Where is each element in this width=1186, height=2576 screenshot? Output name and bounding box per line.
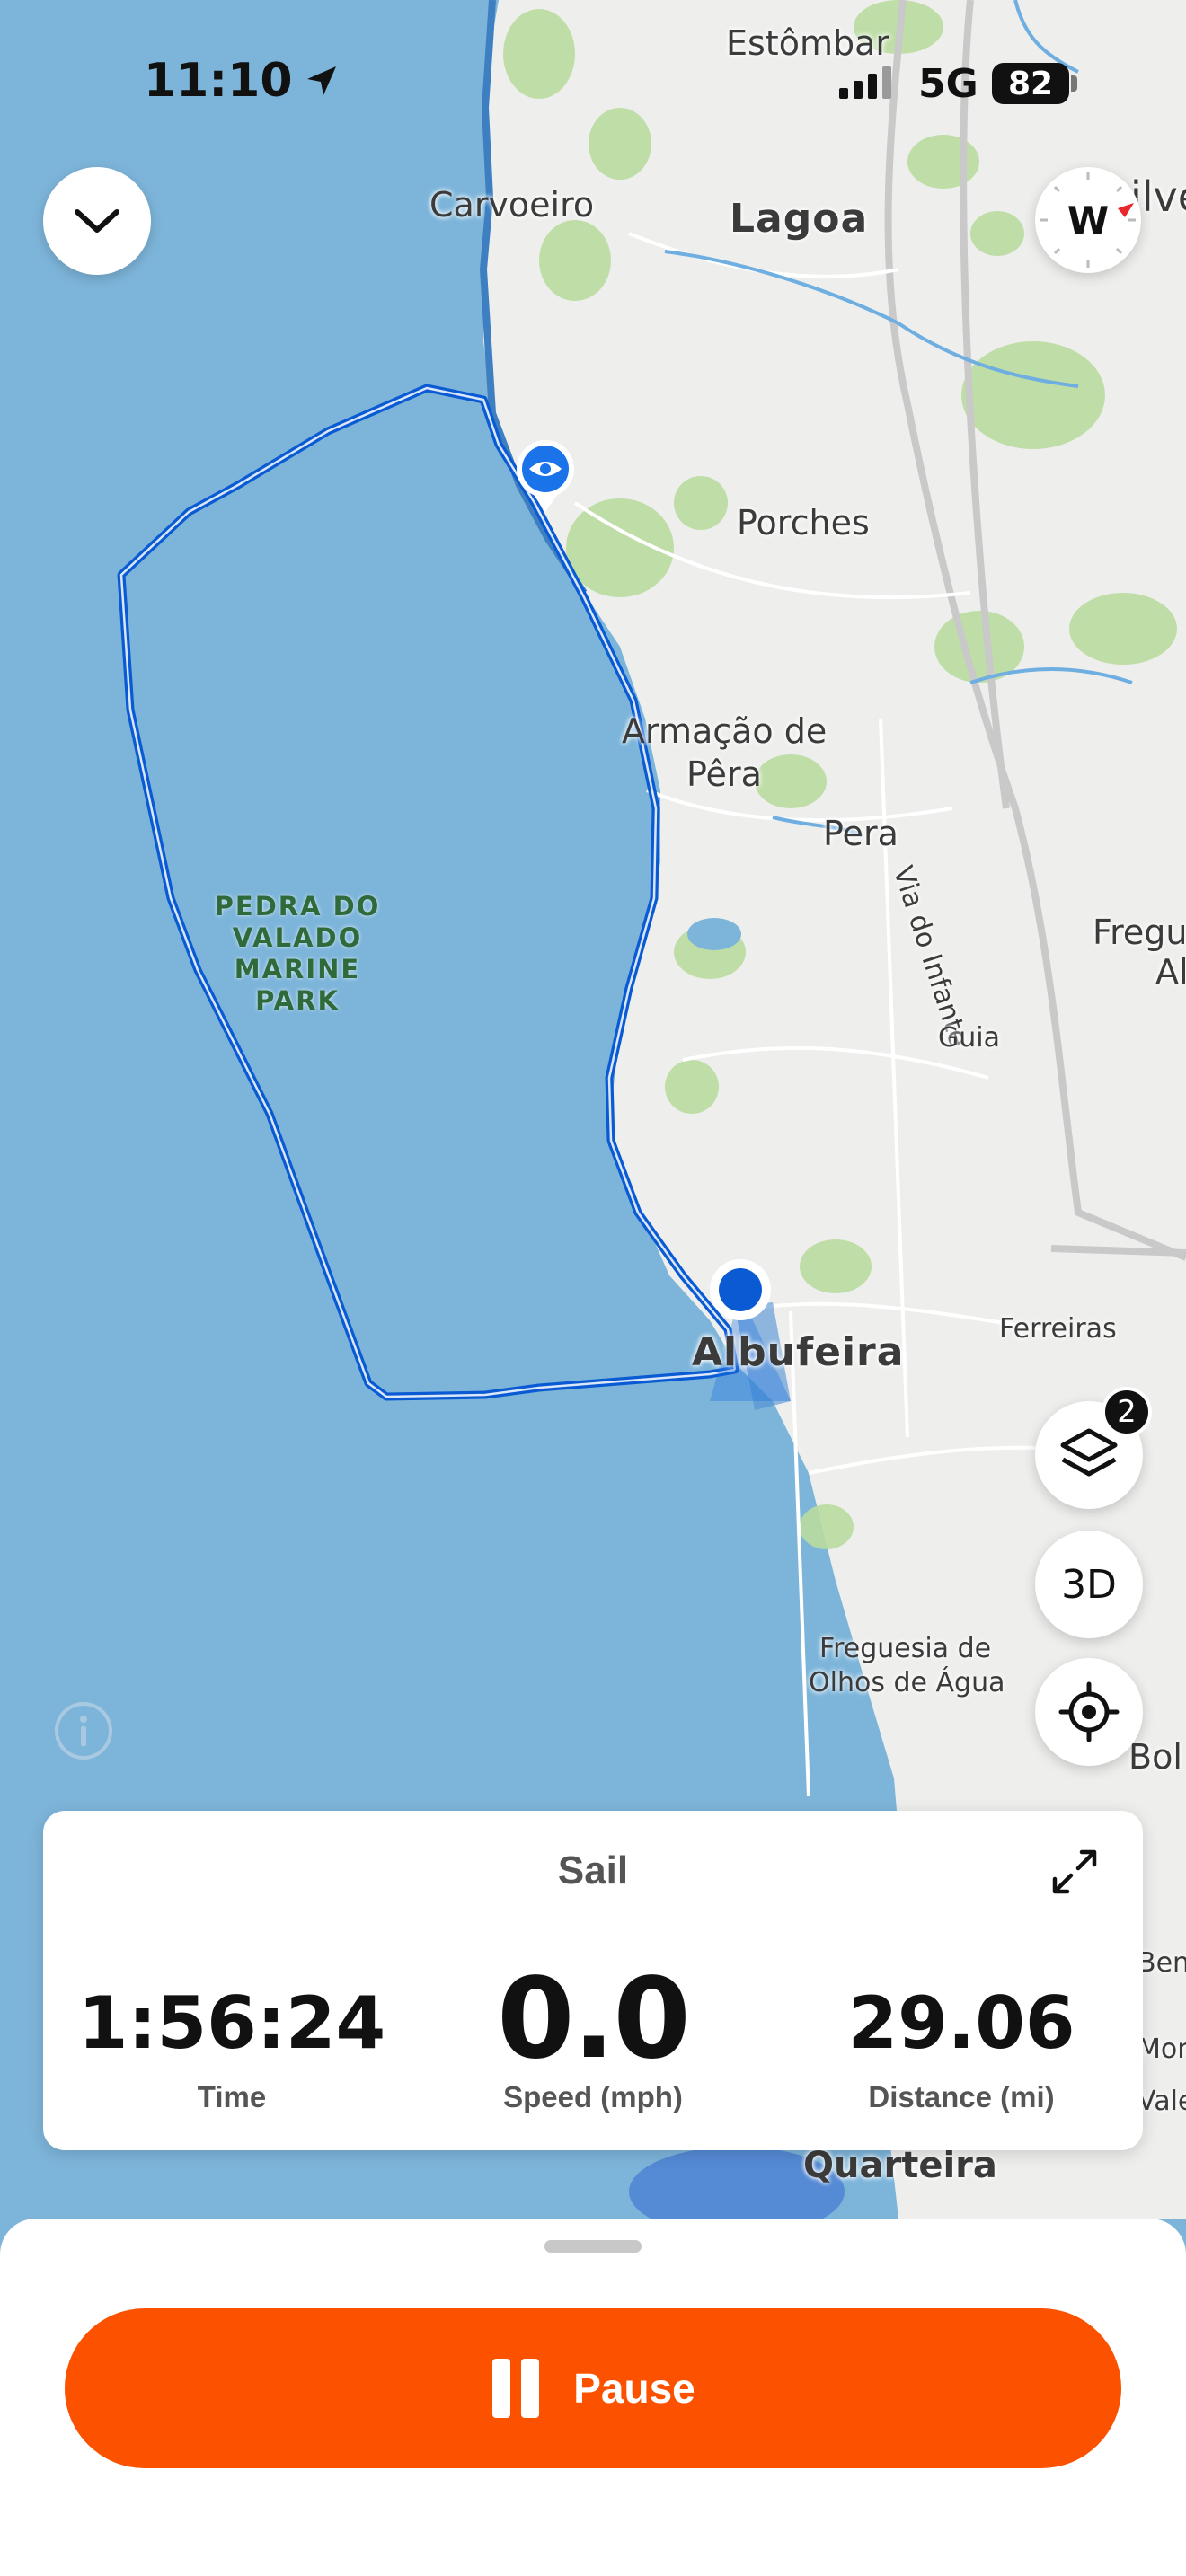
stat-speed-label: Speed (mph) bbox=[503, 2080, 683, 2113]
battery-cap bbox=[1071, 75, 1077, 92]
map-label-olhos-2: Olhos de Água bbox=[809, 1667, 1005, 1698]
map-label-estombar: Estômbar bbox=[726, 23, 890, 63]
map-label-mont: Mont bbox=[1137, 2033, 1186, 2065]
map-label-quarteira: Quarteira bbox=[803, 2145, 997, 2186]
map-label-guia: Guia bbox=[938, 1022, 1000, 1054]
info-icon bbox=[55, 1702, 112, 1760]
expand-stats-button[interactable] bbox=[1046, 1843, 1103, 1901]
compass-letter: W bbox=[1067, 198, 1110, 243]
sheet-drag-handle[interactable] bbox=[544, 2240, 642, 2253]
park-label-line3: PARK bbox=[255, 985, 340, 1016]
map-label-armacao-2: Pêra bbox=[686, 754, 762, 794]
layers-badge: 2 bbox=[1102, 1387, 1152, 1437]
current-location-marker bbox=[710, 1259, 771, 1320]
map-label-fregu-1: Fregu bbox=[1093, 913, 1186, 952]
pause-button[interactable]: Pause bbox=[65, 2308, 1121, 2468]
status-time: 11:10 bbox=[144, 54, 340, 108]
locate-icon bbox=[1058, 1681, 1120, 1742]
status-battery: 82 bbox=[1007, 65, 1054, 102]
cellular-signal-icon bbox=[837, 65, 893, 104]
map-lagoon bbox=[687, 918, 741, 950]
map-label-vale: Vale bbox=[1137, 2086, 1186, 2117]
stat-speed-value: 0.0 bbox=[497, 1954, 691, 2084]
map-label-carvoeiro: Carvoeiro bbox=[429, 185, 595, 225]
chevron-down-icon bbox=[75, 209, 119, 233]
layers-badge-count: 2 bbox=[1117, 1394, 1137, 1430]
expand-icon bbox=[1052, 1849, 1097, 1894]
3d-toggle-button[interactable]: 3D bbox=[1035, 1531, 1143, 1638]
map-label-lagoa: Lagoa bbox=[730, 196, 869, 242]
map-label-bol: Bol bbox=[1128, 1737, 1182, 1777]
map-label-marine-park: PEDRA DO VALADO MARINE PARK bbox=[167, 891, 428, 1017]
park-label-line1: PEDRA DO bbox=[214, 891, 381, 922]
stat-time-label: Time bbox=[197, 2080, 267, 2113]
map[interactable] bbox=[0, 0, 1186, 2576]
status-network: 5G bbox=[918, 61, 978, 107]
map-label-armacao-1: Armação de bbox=[622, 711, 828, 751]
location-arrow-icon bbox=[306, 66, 336, 95]
map-label-bent: Bent bbox=[1137, 1947, 1186, 1979]
pause-icon bbox=[492, 2359, 540, 2418]
stat-distance-value: 29.06 bbox=[847, 1981, 1075, 2065]
activity-recording-screen: Estômbar Carvoeiro Lagoa ilve Porches Ar… bbox=[0, 0, 1186, 2576]
park-label-line2: VALADO MARINE bbox=[232, 922, 363, 984]
map-label-ferreiras: Ferreiras bbox=[999, 1313, 1117, 1345]
map-label-albufeira: Albufeira bbox=[692, 1329, 905, 1375]
map-label-olhos-1: Freguesia de bbox=[819, 1633, 992, 1664]
map-label-fregu-2: Al bbox=[1155, 952, 1186, 992]
compass-button[interactable]: W bbox=[1035, 167, 1141, 273]
map-label-porches: Porches bbox=[737, 503, 870, 543]
stat-time-value: 1:56:24 bbox=[77, 1981, 386, 2065]
stat-distance-label: Distance (mi) bbox=[868, 2080, 1055, 2113]
recenter-button[interactable] bbox=[1035, 1658, 1143, 1766]
collapse-button[interactable] bbox=[43, 167, 151, 275]
layers-icon bbox=[1060, 1428, 1118, 1477]
map-info-button[interactable] bbox=[54, 1701, 113, 1760]
pause-button-label: Pause bbox=[573, 2365, 695, 2412]
map-label-pera: Pera bbox=[823, 814, 898, 853]
activity-stats-card: Sail 1:56:24 Time 0.0 Speed (mph) 29.06 … bbox=[43, 1811, 1143, 2150]
3d-button-label: 3D bbox=[1061, 1561, 1117, 1608]
activity-type-label: Sail bbox=[557, 1848, 629, 1892]
battery-icon: 82 bbox=[992, 63, 1069, 104]
status-time-text: 11:10 bbox=[144, 54, 293, 108]
